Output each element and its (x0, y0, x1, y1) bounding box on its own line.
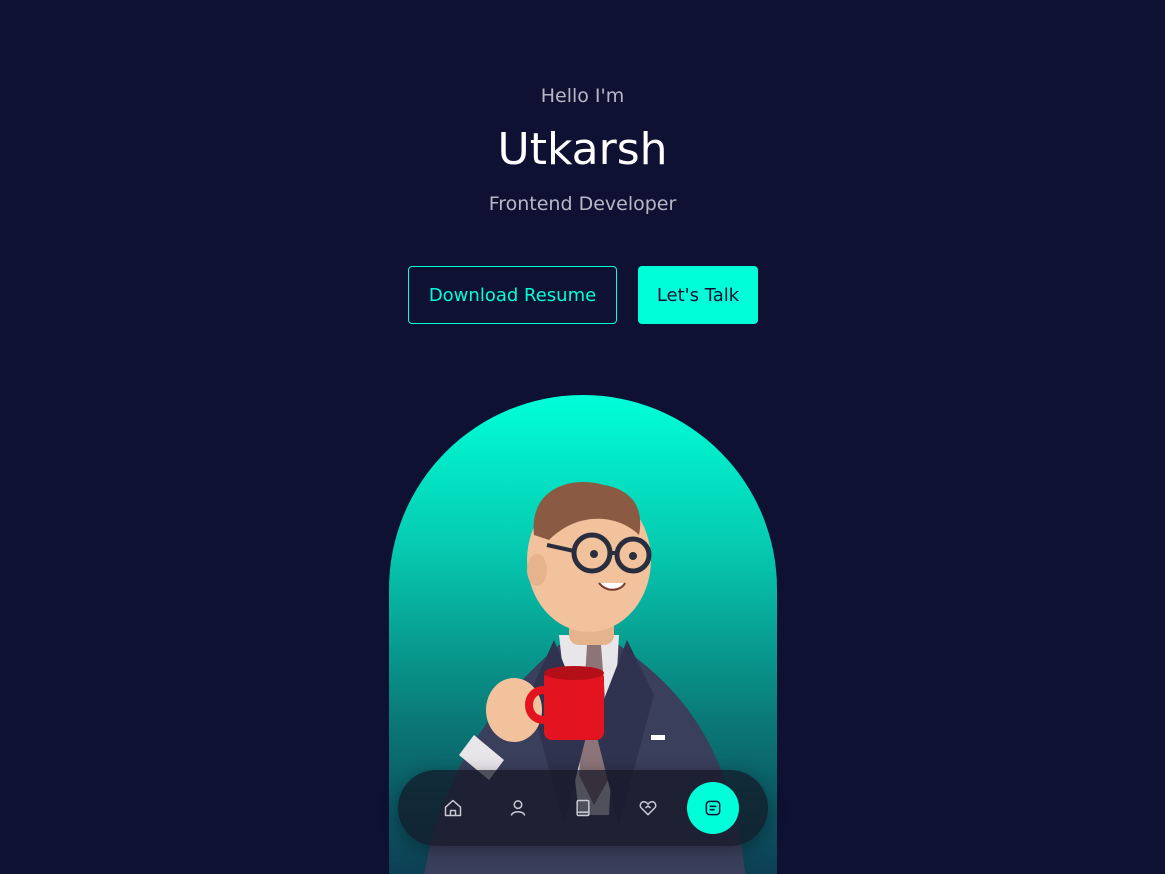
hero-role: Frontend Developer (488, 193, 677, 215)
nav-home-button[interactable] (427, 782, 479, 834)
nav-experience-button[interactable] (557, 782, 609, 834)
book-icon (576, 799, 590, 817)
nav-about-button[interactable] (492, 782, 544, 834)
user-icon (510, 800, 526, 816)
home-icon (444, 799, 462, 817)
portfolio-hero-page: Hello I'm Utkarsh Frontend Developer Dow… (0, 0, 1165, 874)
nav-services-button[interactable] (622, 782, 674, 834)
message-icon (705, 800, 721, 816)
hero-greeting: Hello I'm (540, 85, 625, 107)
handshake-icon (639, 801, 657, 816)
lets-talk-button[interactable]: Let's Talk (638, 266, 758, 324)
nav-contact-button[interactable] (687, 782, 739, 834)
download-resume-button[interactable]: Download Resume (408, 266, 617, 324)
hero-intro: Hello I'm Utkarsh Frontend Developer (0, 84, 1165, 216)
bottom-nav-dock (398, 770, 768, 846)
hero-name: Utkarsh (497, 124, 668, 175)
